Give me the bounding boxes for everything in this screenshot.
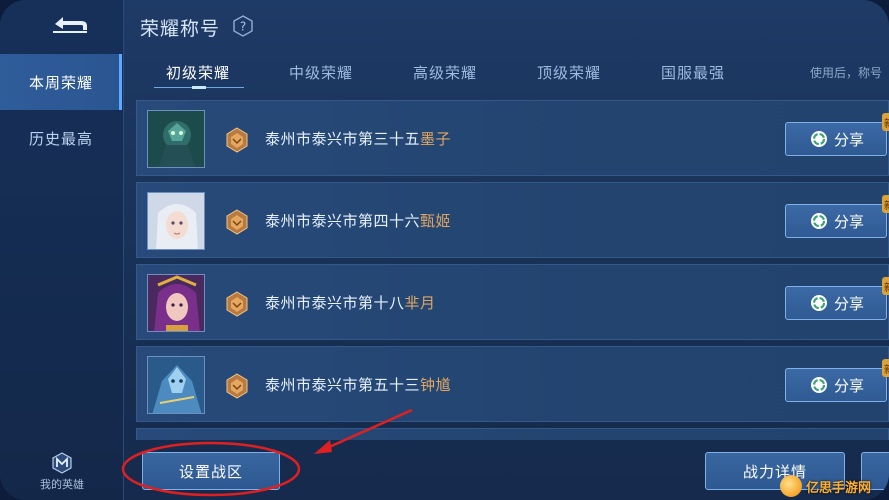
share-button[interactable]: 分享	[785, 286, 887, 320]
share-icon	[811, 131, 827, 147]
tab-label: 国服最强	[661, 63, 726, 82]
back-arrow-icon	[53, 17, 87, 33]
share-label: 分享	[834, 130, 865, 149]
back-button[interactable]	[42, 10, 98, 38]
sidebar-item-this-week[interactable]: 本周荣耀	[0, 54, 122, 110]
hero-name: 墨子	[420, 130, 452, 148]
sidebar-item-label: 历史最高	[28, 129, 93, 148]
honor-title: 泰州市泰兴市第十八芈月	[265, 292, 436, 313]
bronze-medal-icon	[226, 373, 248, 399]
usage-tip: 使用后，称号	[810, 66, 883, 80]
new-badge: 新	[882, 113, 889, 131]
location-text: 泰州市泰兴市第三十五	[265, 130, 421, 148]
share-button[interactable]: 分享	[785, 122, 887, 156]
tab-label: 顶级荣耀	[537, 63, 602, 82]
question-icon[interactable]: ?	[231, 14, 255, 38]
new-badge: 新	[882, 195, 889, 213]
honor-title: 泰州市泰兴市第三十五墨子	[265, 128, 451, 149]
share-label: 分享	[834, 294, 865, 313]
location-text: 泰州市泰兴市第四十六	[265, 212, 421, 230]
hero-name: 钟馗	[420, 376, 452, 394]
tab-bar: 初级荣耀 中级荣耀 高级荣耀 顶级荣耀 国服最强	[136, 56, 889, 96]
share-button[interactable]: 分享	[785, 204, 887, 238]
share-icon	[811, 377, 827, 393]
honor-list: 泰州市泰兴市第三十五墨子 分享 新	[136, 100, 889, 440]
share-button[interactable]: 分享	[785, 368, 887, 402]
share-icon	[811, 295, 827, 311]
hero-avatar	[147, 274, 205, 332]
share-icon	[811, 213, 827, 229]
sidebar-item-label: 本周荣耀	[28, 73, 93, 92]
tab-label: 中级荣耀	[289, 63, 354, 82]
tab-label: 高级荣耀	[413, 63, 478, 82]
new-badge: 新	[882, 359, 889, 377]
watermark-logo-icon	[780, 475, 802, 497]
honor-title: 泰州市泰兴市第五十三钟馗	[265, 374, 451, 395]
hero-avatar	[147, 356, 205, 414]
sidebar: 本周荣耀 历史最高 我的英雄	[0, 0, 124, 500]
tab-national-best[interactable]: 国服最强	[661, 56, 725, 88]
annotation-ellipse	[121, 441, 301, 497]
bronze-medal-icon	[226, 127, 248, 153]
annotation-arrow	[314, 408, 413, 454]
share-label: 分享	[834, 376, 865, 395]
honor-title: 泰州市泰兴市第四十六甄姬	[265, 210, 451, 231]
new-badge: 新	[882, 277, 889, 295]
game-screen: 本周荣耀 历史最高 我的英雄 荣耀称号 ? 初级荣耀 中级荣耀 高级荣耀 顶级荣…	[0, 0, 889, 500]
my-heroes-label: 我的英雄	[40, 478, 84, 491]
hero-avatar	[147, 110, 205, 168]
tab-junior-honor[interactable]: 初级荣耀	[166, 56, 230, 88]
page-title: 荣耀称号	[140, 18, 221, 40]
bronze-medal-icon	[226, 291, 248, 317]
watermark-text: 亿思手游网	[806, 480, 872, 496]
location-text: 泰州市泰兴市第十八	[265, 294, 405, 312]
bronze-medal-icon	[226, 209, 248, 235]
list-item: 泰州市泰兴市第五十三钟馗 分享 新	[136, 346, 889, 422]
svg-text:?: ?	[240, 20, 246, 34]
tab-label: 初级荣耀	[166, 63, 231, 82]
list-item	[136, 428, 889, 440]
tab-senior-honor[interactable]: 高级荣耀	[413, 56, 477, 88]
location-text: 泰州市泰兴市第五十三	[265, 376, 421, 394]
list-item: 泰州市泰兴市第四十六甄姬 分享 新	[136, 182, 889, 258]
list-item: 泰州市泰兴市第十八芈月 分享 新	[136, 264, 889, 340]
site-watermark: 亿思手游网	[780, 472, 889, 500]
share-label: 分享	[834, 212, 865, 231]
my-heroes-button[interactable]: 我的英雄	[30, 452, 94, 496]
active-tab-indicator	[154, 86, 244, 89]
tab-intermediate-honor[interactable]: 中级荣耀	[289, 56, 353, 88]
hero-avatar	[147, 192, 205, 250]
tab-top-honor[interactable]: 顶级荣耀	[537, 56, 601, 88]
sidebar-item-history-best[interactable]: 历史最高	[0, 110, 122, 166]
hero-name: 甄姬	[420, 212, 452, 230]
hero-name: 芈月	[404, 294, 436, 312]
hero-emblem-icon	[52, 452, 72, 474]
list-item: 泰州市泰兴市第三十五墨子 分享 新	[136, 100, 889, 176]
